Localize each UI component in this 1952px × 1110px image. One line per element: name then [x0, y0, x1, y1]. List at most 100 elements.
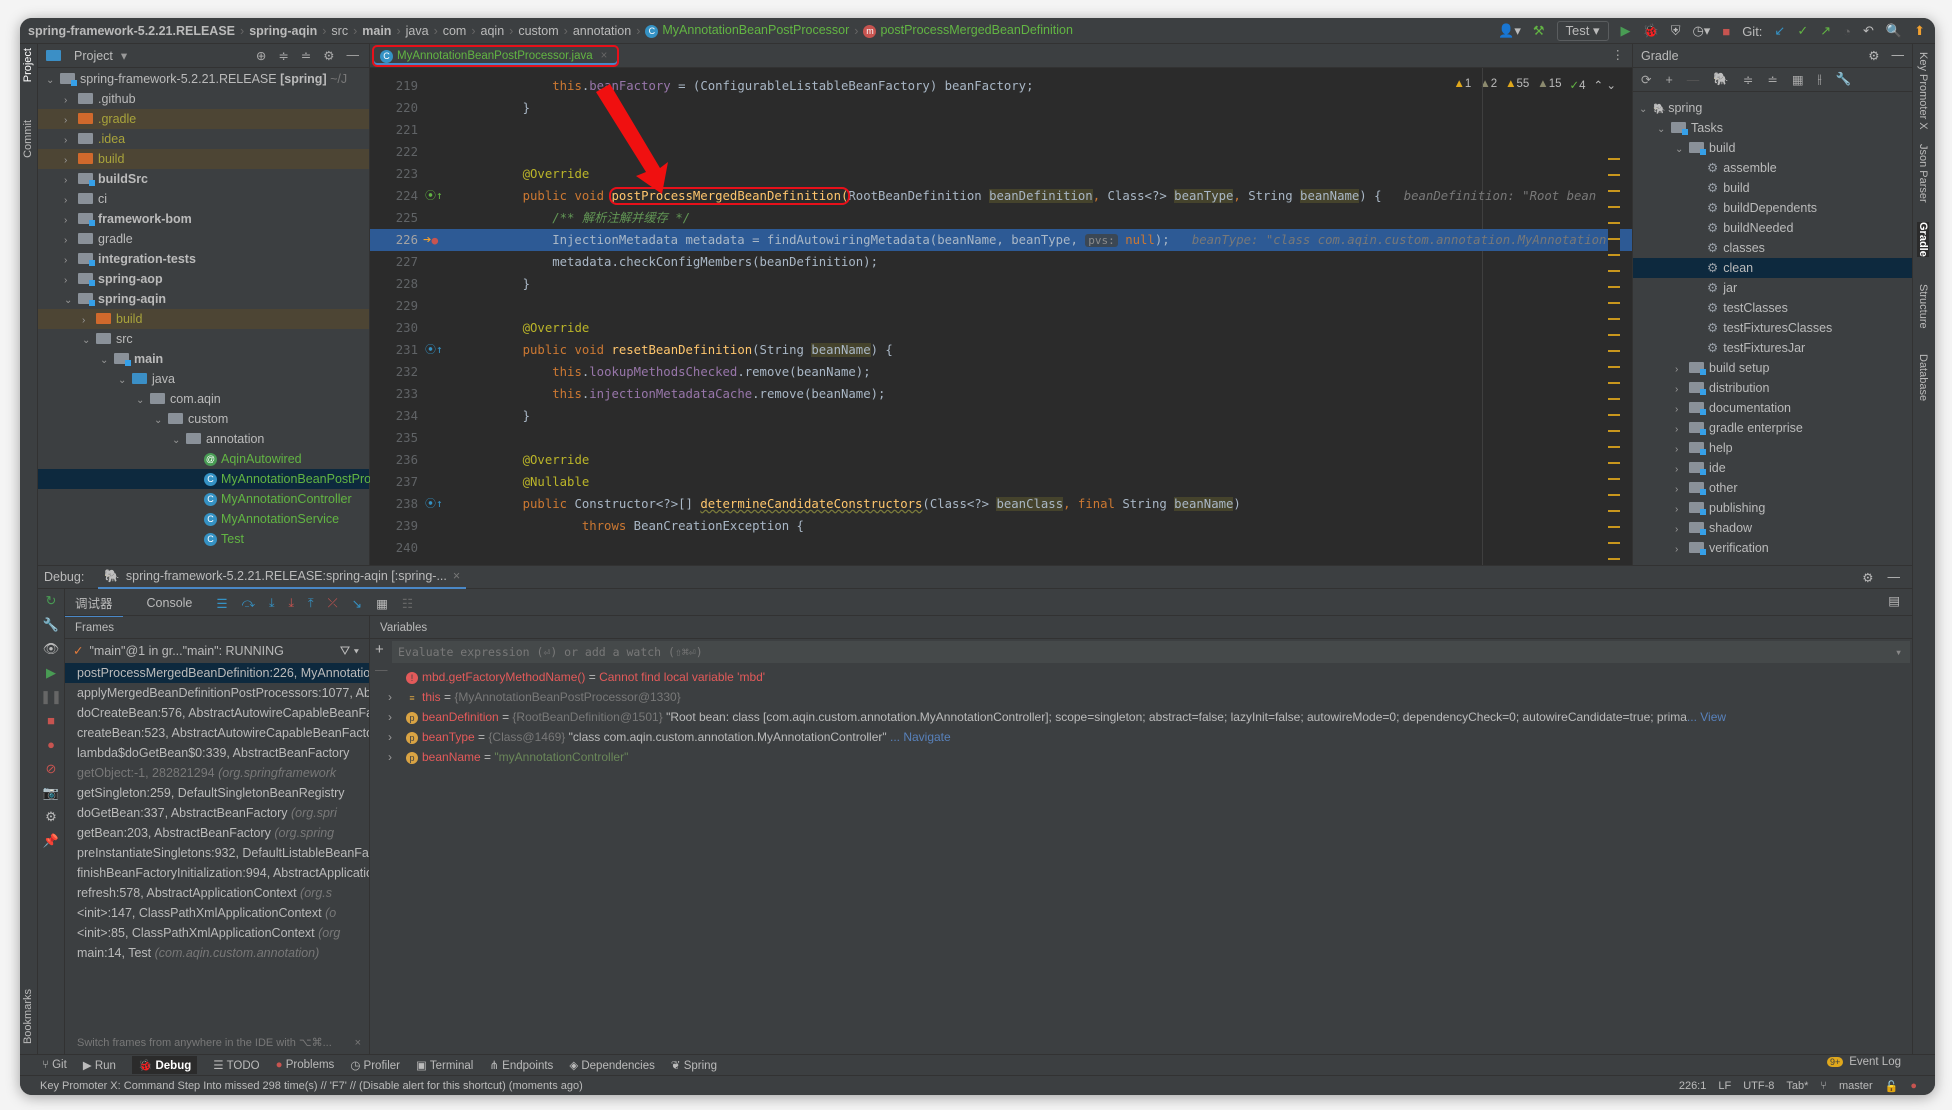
- chevron-right-icon[interactable]: ›: [1675, 440, 1689, 460]
- tool-tab-todo[interactable]: ☰ TODO: [213, 1058, 259, 1072]
- chevron-down-icon[interactable]: ⌄: [46, 71, 60, 91]
- variable-row[interactable]: › p beanType = {Class@1469} "class com.aqi…: [370, 727, 1912, 747]
- gradle-tree-item[interactable]: › ide: [1633, 458, 1912, 478]
- stripe-project[interactable]: Project: [22, 48, 34, 82]
- chevron-right-icon[interactable]: ›: [1675, 400, 1689, 420]
- tool-tab-git[interactable]: ⑂ Git: [42, 1059, 67, 1071]
- breadcrumb-item[interactable]: spring-aqin: [249, 24, 317, 38]
- chevron-right-icon[interactable]: ›: [64, 231, 78, 251]
- breadcrumb-item[interactable]: annotation: [573, 24, 631, 38]
- gradle-tree-item[interactable]: › build setup: [1633, 358, 1912, 378]
- line-separator[interactable]: LF: [1718, 1080, 1731, 1092]
- breadcrumb-item[interactable]: C MyAnnotationBeanPostProcessor: [645, 23, 849, 38]
- tree-item[interactable]: ⌄ src: [38, 329, 369, 349]
- wrench-icon[interactable]: 🔧: [38, 613, 64, 637]
- user-icon[interactable]: 👤▾: [1498, 23, 1521, 39]
- gradle-tree-item[interactable]: ⚙ classes: [1633, 238, 1912, 258]
- tool-tab-problems[interactable]: ● Problems: [276, 1059, 335, 1071]
- filter-icon[interactable]: ⛛ ▾: [340, 639, 359, 663]
- mute-breakpoints-icon[interactable]: ⊘: [38, 757, 64, 781]
- code-line[interactable]: 226 ➔● InjectionMetadata metadata = findA…: [370, 229, 1632, 251]
- code-line[interactable]: 222: [370, 141, 1632, 163]
- line-number[interactable]: 225: [370, 207, 418, 229]
- stripe-gradle[interactable]: Gradle: [1917, 222, 1929, 257]
- stack-frame[interactable]: getObject:-1, 282821294 (org.springframe…: [65, 763, 369, 783]
- line-number[interactable]: 235: [370, 427, 418, 449]
- chevron-right-icon[interactable]: ›: [1675, 520, 1689, 540]
- reload-icon[interactable]: ⟳: [1641, 72, 1651, 87]
- close-tab-icon[interactable]: ×: [601, 50, 608, 62]
- tree-item[interactable]: › .idea: [38, 129, 369, 149]
- tab-console[interactable]: Console: [137, 593, 203, 613]
- step-out-icon[interactable]: ⤒: [308, 596, 314, 611]
- tree-item[interactable]: ⌄ com.aqin: [38, 389, 369, 409]
- line-number[interactable]: 229: [370, 295, 418, 317]
- collapse-all-icon[interactable]: ≐: [301, 48, 311, 63]
- line-number[interactable]: 237: [370, 471, 418, 493]
- breadcrumb-item[interactable]: m postProcessMergedBeanDefinition: [863, 23, 1073, 38]
- evaluate-expression-input[interactable]: Evaluate expression (⏎) or add a watch (…: [392, 641, 1910, 663]
- line-number[interactable]: 233: [370, 383, 418, 405]
- chevron-right-icon[interactable]: ›: [388, 687, 406, 707]
- chevron-right-icon[interactable]: ›: [1675, 540, 1689, 560]
- gradle-tree-item[interactable]: › other: [1633, 478, 1912, 498]
- editor-tab-active[interactable]: C MyAnnotationBeanPostProcessor.java ×: [372, 45, 620, 67]
- chevron-down-icon[interactable]: ⌄: [82, 331, 96, 351]
- collapse-all-icon[interactable]: ≐: [1767, 72, 1777, 87]
- stack-frame[interactable]: preInstantiateSingletons:932, DefaultLis…: [65, 843, 369, 863]
- elephant-icon[interactable]: 🐘: [1713, 72, 1729, 87]
- override-gutter-icon[interactable]: ⦿↑: [425, 185, 443, 207]
- layout-settings-icon[interactable]: ▤: [1888, 593, 1900, 608]
- gradle-tree-item[interactable]: ⚙ build: [1633, 178, 1912, 198]
- code-line[interactable]: 219 this.beanFactory = (ConfigurableList…: [370, 75, 1632, 97]
- implements-gutter-icon[interactable]: ⦿↑: [425, 339, 443, 361]
- tree-item[interactable]: ⌄ java: [38, 369, 369, 389]
- code-line[interactable]: 231 ⦿↑ public void resetBeanDefinition(St…: [370, 339, 1632, 361]
- gradle-tree-item[interactable]: ⚙ buildNeeded: [1633, 218, 1912, 238]
- code-line[interactable]: 229: [370, 295, 1632, 317]
- watch-icon[interactable]: 👁: [38, 637, 64, 661]
- gradle-tree-item[interactable]: ⚙ testFixturesClasses: [1633, 318, 1912, 338]
- breakpoint-icon[interactable]: ●: [431, 234, 438, 247]
- chevron-down-icon[interactable]: ⌄: [1675, 140, 1689, 160]
- tree-item[interactable]: C MyAnnotationService: [38, 509, 369, 529]
- tool-tab-endpoints[interactable]: ⋔ Endpoints: [489, 1058, 553, 1072]
- tree-item[interactable]: @ AqinAutowired: [38, 449, 369, 469]
- chevron-right-icon[interactable]: ›: [1675, 460, 1689, 480]
- dropdown-icon[interactable]: ▾: [1895, 641, 1902, 663]
- chevron-right-icon[interactable]: ›: [82, 311, 96, 331]
- pause-icon[interactable]: ❚❚: [38, 685, 64, 709]
- force-step-into-icon[interactable]: ⤓: [289, 596, 295, 611]
- chevron-right-icon[interactable]: ›: [64, 91, 78, 111]
- project-view-select[interactable]: Project: [74, 49, 113, 63]
- gear-icon[interactable]: ⚙: [1862, 570, 1873, 585]
- chevron-down-icon[interactable]: ⌄: [64, 291, 78, 311]
- line-number[interactable]: 219: [370, 75, 418, 97]
- breadcrumb-item[interactable]: aqin: [481, 24, 505, 38]
- line-number[interactable]: 238: [370, 493, 418, 515]
- stack-frame[interactable]: doGetBean:337, AbstractBeanFactory (org.…: [65, 803, 369, 823]
- tree-item[interactable]: › framework-bom: [38, 209, 369, 229]
- tool-tab-debug[interactable]: 🐞 Debug: [131, 1056, 198, 1074]
- tree-item[interactable]: ⌄ main: [38, 349, 369, 369]
- tree-item[interactable]: C Test: [38, 529, 369, 549]
- pin-icon[interactable]: 📌: [38, 829, 64, 853]
- line-number[interactable]: 232: [370, 361, 418, 383]
- update-icon[interactable]: ⬆: [1914, 23, 1925, 39]
- chevron-right-icon[interactable]: ›: [64, 191, 78, 211]
- gradle-tree-item[interactable]: ⚙ buildDependents: [1633, 198, 1912, 218]
- stack-frame[interactable]: <init>:85, ClassPathXmlApplicationContex…: [65, 923, 369, 943]
- lock-icon[interactable]: 🔓: [1885, 1080, 1899, 1093]
- breadcrumb-item[interactable]: spring-framework-5.2.21.RELEASE: [28, 24, 235, 38]
- code-line[interactable]: 233 this.injectionMetadataCache.remove(b…: [370, 383, 1632, 405]
- file-encoding[interactable]: UTF-8: [1743, 1080, 1774, 1092]
- gradle-tree-item[interactable]: › distribution: [1633, 378, 1912, 398]
- stripe-structure[interactable]: Structure: [1917, 284, 1929, 329]
- tool-tab-terminal[interactable]: ▣ Terminal: [416, 1058, 473, 1072]
- step-over-icon[interactable]: ⤼: [242, 596, 255, 611]
- code-line[interactable]: 220 }: [370, 97, 1632, 119]
- stop-icon[interactable]: ■: [1722, 24, 1730, 39]
- line-number[interactable]: 226: [370, 229, 418, 251]
- code-line[interactable]: 236 @Override: [370, 449, 1632, 471]
- stack-frame[interactable]: applyMergedBeanDefinitionPostProcessors:…: [65, 683, 369, 703]
